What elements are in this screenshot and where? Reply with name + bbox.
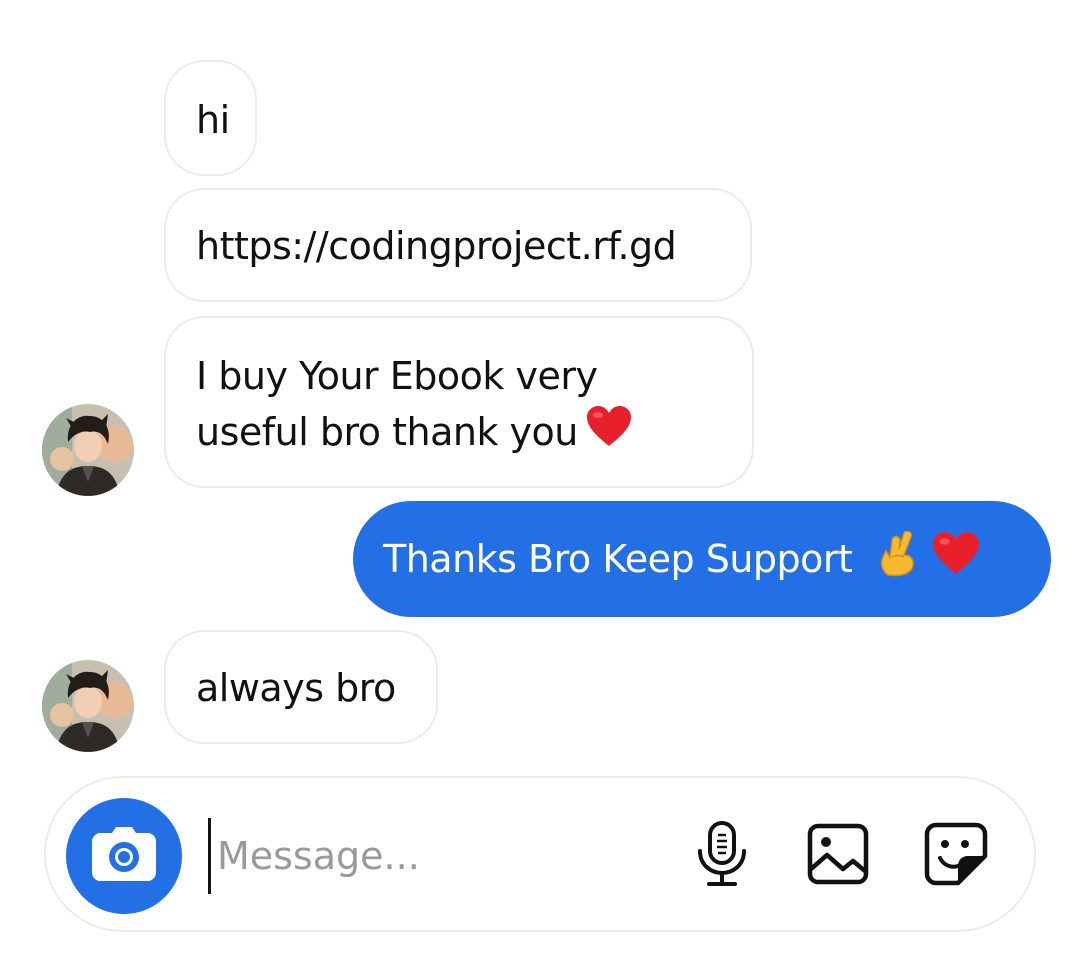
message-text: Thanks Bro Keep Support (383, 537, 853, 581)
message-composer (44, 776, 1036, 932)
crossed-fingers-emoji-icon (878, 530, 918, 592)
message-text-line: I buy Your Ebook very (196, 354, 598, 398)
received-message-bubble[interactable]: I buy Your Ebook very useful bro thank y… (164, 316, 754, 488)
avatar[interactable] (42, 660, 134, 752)
camera-icon (92, 827, 156, 885)
camera-button[interactable] (66, 798, 182, 914)
sticker-button[interactable] (920, 820, 992, 892)
voice-message-button[interactable] (686, 820, 758, 892)
received-message-bubble[interactable]: always bro (164, 630, 438, 744)
gallery-button[interactable] (802, 820, 874, 892)
sticker-icon (924, 822, 988, 890)
message-text-line: useful bro thank you (196, 404, 752, 463)
received-message-bubble[interactable]: hi (164, 60, 257, 176)
heart-emoji-icon (932, 532, 980, 591)
sent-message-bubble[interactable]: Thanks Bro Keep Support (353, 501, 1051, 617)
message-text: always bro (196, 666, 396, 710)
message-link[interactable]: https://codingproject.rf.gd (196, 224, 677, 268)
avatar[interactable] (42, 404, 134, 496)
microphone-icon (695, 821, 749, 891)
received-message-bubble[interactable]: https://codingproject.rf.gd (164, 188, 752, 302)
message-text: useful bro thank you (196, 410, 578, 454)
image-icon (807, 823, 869, 889)
message-text: hi (196, 98, 230, 142)
heart-emoji-icon (586, 406, 632, 463)
message-input[interactable] (208, 818, 677, 894)
